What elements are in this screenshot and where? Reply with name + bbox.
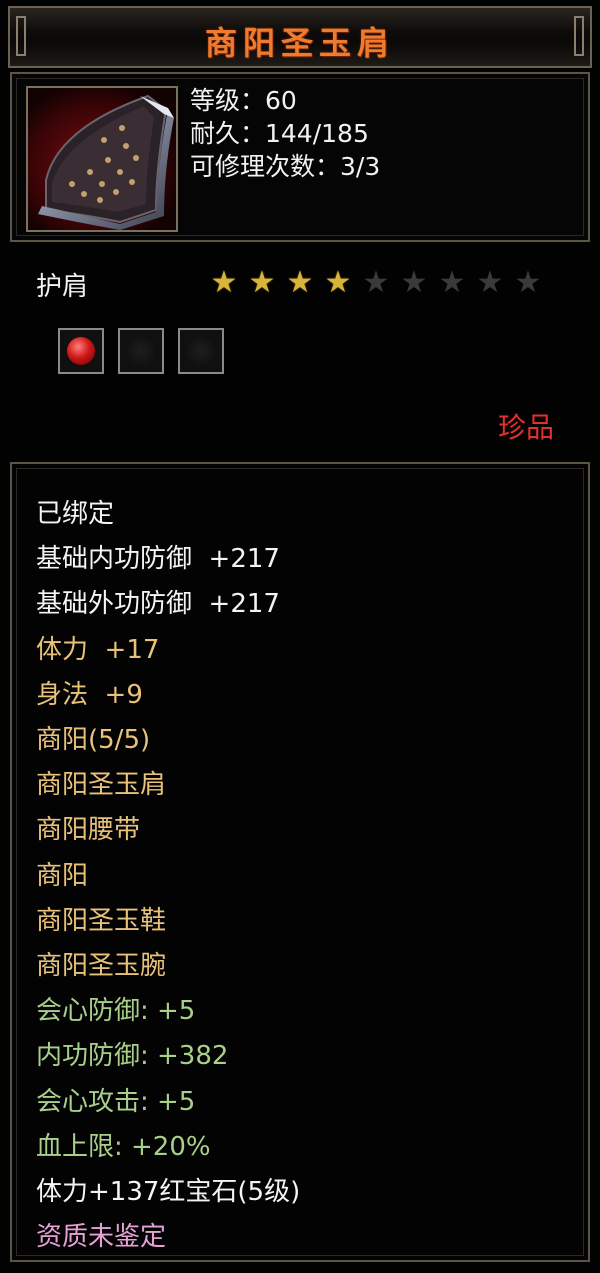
empty-socket-icon <box>178 328 224 374</box>
attribute-line: 资质未鉴定 <box>36 1222 167 1253</box>
item-tooltip: 商阳圣玉肩 等级：60 耐久：144/185 可修理次数：3/3 护肩 ★ ★ … <box>0 0 600 1273</box>
attribute-line: 体力 +17 <box>36 634 160 665</box>
attribute-line: 基础外功防御 +217 <box>36 589 280 620</box>
attribute-line: 会心攻击: +5 <box>36 1086 196 1117</box>
star-empty-icon: ★ <box>400 265 428 300</box>
star-filled-icon: ★ <box>324 265 352 300</box>
attribute-line: 商阳圣玉肩 <box>36 770 167 801</box>
star-filled-icon: ★ <box>210 265 238 300</box>
attribute-line: 内功防御: +382 <box>36 1041 229 1072</box>
attribute-line: 血上限: +20% <box>36 1131 211 1162</box>
attribute-line: 已绑定 <box>36 499 115 529</box>
empty-socket-icon <box>118 328 164 374</box>
shoulder-armor-icon <box>26 86 178 232</box>
item-type: 护肩 <box>36 272 89 302</box>
rarity-label: 珍品 <box>497 411 554 444</box>
attributes-panel: 已绑定基础内功防御 +217 基础外功防御 +217 体力 +17 身法 +9 商阳(5… <box>10 462 590 1262</box>
item-level: 等级：60 <box>190 86 297 115</box>
star-empty-icon: ★ <box>514 265 542 300</box>
attribute-line: 体力+137红宝石(5级) <box>36 1177 301 1208</box>
attribute-line: 基础内功防御 +217 <box>36 544 280 575</box>
item-repair-count: 可修理次数：3/3 <box>190 152 381 181</box>
star-empty-icon: ★ <box>476 265 504 300</box>
attribute-line: 商阳圣玉腕 <box>36 951 167 982</box>
ruby-gem-icon <box>58 328 104 374</box>
attribute-line: 身法 +9 <box>36 679 143 710</box>
star-filled-icon: ★ <box>248 265 276 300</box>
item-stats: 等级：60 耐久：144/185 可修理次数：3/3 <box>190 84 380 183</box>
attribute-line: 商阳 <box>36 860 89 891</box>
attribute-line: 商阳圣玉鞋 <box>36 905 167 936</box>
star-empty-icon: ★ <box>362 265 390 300</box>
attribute-line: 商阳腰带 <box>36 815 141 846</box>
attribute-list: 已绑定基础内功防御 +217 基础外功防御 +217 体力 +17 身法 +9 商阳(5… <box>36 492 300 1260</box>
item-durability: 耐久：144/185 <box>190 119 369 148</box>
star-empty-icon: ★ <box>438 265 466 300</box>
item-name: 商阳圣玉肩 <box>204 24 395 62</box>
star-rating: ★ ★ ★ ★ ★ ★ ★ ★ ★ <box>208 268 544 298</box>
attribute-line: 商阳(5/5) <box>36 725 151 756</box>
gem-sockets <box>58 328 224 374</box>
item-header-panel: 等级：60 耐久：144/185 可修理次数：3/3 <box>10 72 590 242</box>
attribute-line: 会心防御: +5 <box>36 996 196 1027</box>
title-bar: 商阳圣玉肩 <box>8 6 592 68</box>
star-filled-icon: ★ <box>286 265 314 300</box>
